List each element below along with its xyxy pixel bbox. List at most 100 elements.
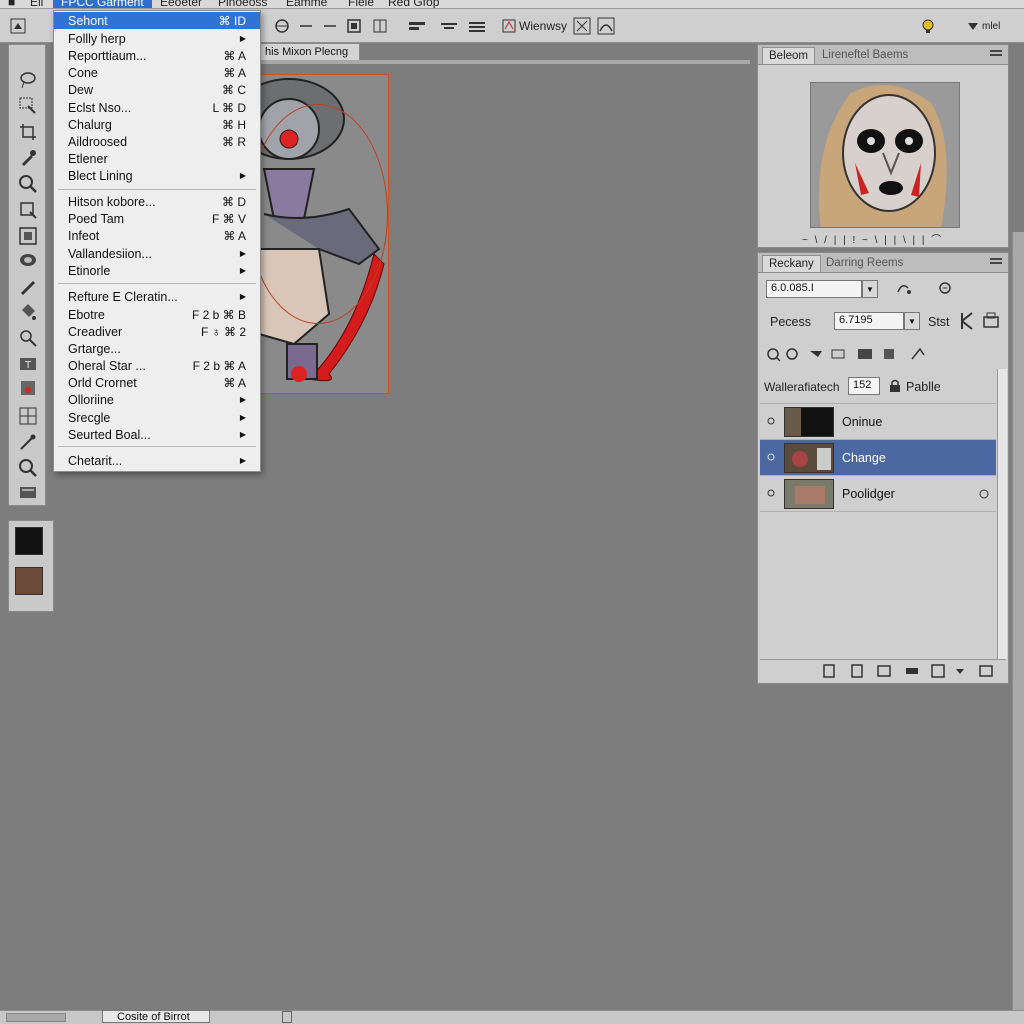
transform-icon[interactable] [272,16,292,36]
menu-option-21[interactable]: Olloriine ▶ [54,391,260,408]
workspace-label[interactable]: Wienwsy [519,16,567,36]
panel-menu-icon[interactable] [990,257,1002,267]
brush-tool-icon[interactable] [16,377,40,399]
warp-icon[interactable] [596,16,616,36]
menu-option-1[interactable]: Follly herp ▶ [54,30,260,47]
workspace-switcher-icon[interactable] [966,16,980,36]
crop-tool-icon[interactable] [16,121,40,143]
menu-option-18[interactable]: Grtarge... [54,340,260,357]
menu-option-5[interactable]: Eclst Nso... L ⌘ D [54,99,260,116]
eye-icon[interactable] [766,488,776,498]
menu-item-2[interactable]: Eeoeter [160,0,202,8]
menu-option-16[interactable]: Ebotre F 2 b ⌘ B [54,306,260,323]
align-left-icon[interactable] [406,16,428,36]
menu-option-10[interactable]: Hitson kobore... ⌘ D [54,193,260,210]
brush-icon[interactable] [960,311,976,331]
navigator-thumbnail[interactable] [810,82,960,228]
paint-bucket-icon[interactable] [16,301,40,323]
menu-option-0[interactable]: Sehont ⌘ ID [54,12,260,29]
layer-row[interactable]: Oninue [760,403,996,439]
quick-select-icon[interactable] [16,95,40,117]
align-center-icon[interactable] [438,16,460,36]
menu-item-4[interactable]: Eamme [286,0,327,8]
lock-icon[interactable] [888,379,902,393]
eye-icon[interactable] [766,416,776,426]
foreground-color-swatch[interactable] [15,527,43,555]
menu-option-13[interactable]: Vallandesiion... ▶ [54,245,260,262]
layer-row[interactable]: Poolidger [760,475,996,511]
smudge-tool-icon[interactable] [16,431,40,453]
frame-tool-icon[interactable] [16,225,40,247]
eyedropper-icon[interactable] [16,147,40,169]
pattern-tool-icon[interactable] [16,405,40,427]
background-color-swatch[interactable] [15,567,43,595]
menu-option-3[interactable]: Cone ⌘ A [54,64,260,81]
menu-item-3[interactable]: Pinoeoss [218,0,267,8]
menu-option-19[interactable]: Oheral Star ... F 2 b ⌘ A [54,357,260,374]
menu-option-20[interactable]: Orld Crornet ⌘ A [54,374,260,391]
layer-row[interactable]: Change [760,439,996,475]
tool-preset-icon[interactable] [8,16,28,36]
menu-item-1[interactable]: FPCC Garment [53,0,152,8]
opacity-dropdown-icon[interactable]: ▼ [904,312,920,330]
menu-option-8[interactable]: Etlener [54,150,260,167]
menu-option-17[interactable]: Creadiver F ♁ ⌘ 2 [54,323,260,340]
lasso-tool-icon[interactable] [16,69,40,91]
status-document-info[interactable]: Cosite of Birrot [102,1010,210,1023]
tab-navigator[interactable]: Beleom [762,47,815,64]
eye-icon[interactable] [766,452,776,462]
layers-scrollbar[interactable] [997,369,1007,659]
menu-option-2[interactable]: Reporttiaum... ⌘ A [54,47,260,64]
menu-option-4[interactable]: Dew ⌘ C [54,81,260,98]
printer-icon[interactable] [982,311,1000,331]
type-tool-icon[interactable]: T [16,353,40,375]
minus-icon[interactable] [296,16,316,36]
menu-item-6[interactable]: Red Gfop [388,0,439,8]
workspace-scrollbar[interactable] [1012,232,1024,1010]
dodge-tool-icon[interactable] [16,327,40,349]
blend-mode-select[interactable]: 6.0.085.I [766,280,862,298]
menu-item-0[interactable]: Eil [30,0,43,8]
pen-tool-icon[interactable] [16,275,40,297]
menu-option-22[interactable]: Srecgle ▶ [54,409,260,426]
menu-option-9[interactable]: Blect Lining ▶ [54,167,260,184]
menu-item-5[interactable]: Fiele [348,0,374,8]
tab-layers[interactable]: Reckany [762,255,821,272]
panel-menu-icon[interactable] [990,49,1002,59]
distribute-icon[interactable] [466,16,488,36]
grid-icon[interactable] [370,16,390,36]
menu-option-14[interactable]: Etinorle ▶ [54,262,260,279]
tab-histogram[interactable]: Lireneftel Baems [816,47,914,64]
menu-option-24[interactable]: Chetarit... ▶ [54,452,260,469]
zoom-field[interactable] [6,1013,66,1022]
layer-effects-icon[interactable] [978,488,990,500]
link-icon[interactable] [894,280,914,298]
opacity-input[interactable]: 6.7195 [834,312,904,330]
tab-channels[interactable]: Darring Reems [820,255,909,272]
layers-tabs: Reckany Darring Reems [758,253,1008,273]
menu-option-6[interactable]: Chalurg ⌘ H [54,116,260,133]
status-arrow-icon[interactable] [282,1011,292,1023]
dash-icon[interactable] [320,16,340,36]
mask-icon[interactable] [572,16,592,36]
fill-input[interactable]: 152 [848,377,880,395]
frame-icon[interactable] [344,16,364,36]
menu-option-11[interactable]: Poed Tam F ⌘ V [54,210,260,227]
menu-option-23[interactable]: Seurted Boal... ▶ [54,426,260,443]
document-tab[interactable]: his Mixon Plecng [258,43,360,61]
magnify-tool-icon[interactable] [16,457,40,479]
blend-mode-dropdown-icon[interactable]: ▼ [862,280,878,298]
artboard-icon[interactable] [16,199,40,221]
filter-icon[interactable] [936,280,956,298]
app-logo-icon[interactable]: ■ [8,0,15,8]
screen-mode-icon[interactable] [16,481,40,503]
blur-tool-icon[interactable] [16,249,40,271]
menu-option-7[interactable]: Aildroosed ⌘ R [54,133,260,150]
menu-option-12[interactable]: Infeot ⌘ A [54,227,260,244]
menu-option-15[interactable]: Refture E Cleratin... ▶ [54,288,260,305]
document-tab-strip [258,60,750,64]
workspace-icon[interactable] [500,16,518,36]
workspace-switcher-label[interactable]: mlel [982,16,1000,36]
lightbulb-icon[interactable] [918,16,938,36]
zoom-tool-icon[interactable] [16,173,40,195]
